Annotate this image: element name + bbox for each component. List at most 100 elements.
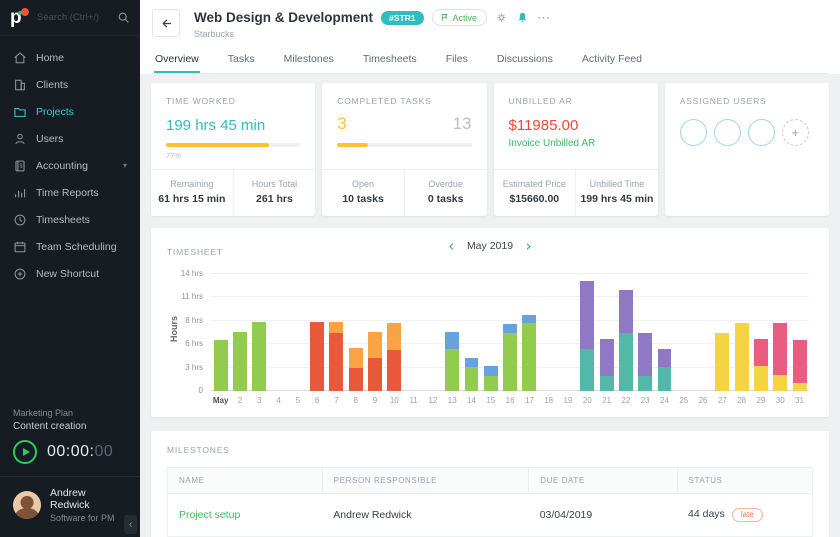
invoice-unbilled-link[interactable]: Invoice Unbilled AR (509, 138, 643, 149)
sidebar-item-home[interactable]: Home (0, 44, 140, 71)
period-label: May 2019 (467, 240, 513, 252)
milestone-person: Andrew Redwick (322, 494, 528, 537)
bar-day-30[interactable] (773, 323, 787, 391)
chart-column (520, 274, 539, 391)
sidebar-item-team-scheduling[interactable]: Team Scheduling (0, 233, 140, 260)
sidebar-item-clients[interactable]: Clients (0, 71, 140, 98)
completed-tasks-card: COMPLETED TASKS 3 13 Open 10 tasks Overd… (322, 83, 486, 216)
x-tick-label: 18 (539, 396, 558, 405)
bar-day-6[interactable] (310, 322, 324, 391)
milestone-name-link[interactable]: Project setup (179, 509, 240, 521)
page-title: Web Design & Development (194, 10, 373, 25)
bar-segment-green (522, 323, 536, 391)
timesheet-card: TIMESHEET May 2019 Hours 03 hrs6 hrs8 hr… (151, 228, 829, 417)
notifications-bell-icon[interactable] (516, 11, 529, 24)
chart-column (307, 274, 326, 391)
bar-segment-yellow (754, 366, 768, 391)
bar-day-23[interactable] (638, 333, 652, 391)
bar-segment-green (214, 340, 228, 391)
x-tick-label: 13 (443, 396, 462, 405)
logo-dot-green (18, 11, 22, 15)
bar-day-24[interactable] (658, 349, 672, 391)
time-worked-value: 199 hrs 45 min (166, 117, 300, 134)
bar-day-14[interactable] (465, 358, 479, 391)
bar-day-20[interactable] (580, 281, 594, 391)
chart-column (327, 274, 346, 391)
add-user-button[interactable]: + (782, 119, 809, 146)
bar-segment-red (387, 350, 401, 391)
assigned-user-avatar[interactable] (714, 119, 741, 146)
search-icon[interactable] (117, 11, 130, 24)
search-placeholder: Search (Ctrl+/) (37, 12, 110, 23)
bar-segment-orange (387, 323, 401, 350)
bar-day-22[interactable] (619, 290, 633, 391)
x-tick-label: 9 (365, 396, 384, 405)
column-header-person[interactable]: PERSON RESPONSIBLE (322, 468, 528, 494)
bar-day-15[interactable] (484, 366, 498, 391)
prev-month-icon[interactable] (447, 242, 456, 251)
projects-icon (13, 105, 27, 119)
sidebar-item-projects[interactable]: Projects (0, 98, 140, 125)
tab-activity-feed[interactable]: Activity Feed (581, 46, 643, 73)
bar-day-27[interactable] (715, 333, 729, 392)
sidebar-item-users[interactable]: Users (0, 125, 140, 152)
sidebar-item-time-reports[interactable]: Time Reports (0, 179, 140, 206)
assigned-user-avatar[interactable] (680, 119, 707, 146)
bar-day-2[interactable] (233, 332, 247, 391)
bar-day-17[interactable] (522, 315, 536, 391)
bar-day-8[interactable] (349, 348, 363, 391)
x-tick-label: 29 (751, 396, 770, 405)
client-name: Starbucks (194, 29, 550, 39)
column-header-status[interactable]: STATUS (677, 468, 812, 494)
next-month-icon[interactable] (524, 242, 533, 251)
sidebar-item-timesheets[interactable]: Timesheets (0, 206, 140, 233)
user-name: Andrew Redwick (50, 487, 127, 511)
tab-timesheets[interactable]: Timesheets (362, 46, 418, 73)
column-header-name[interactable]: NAME (168, 468, 323, 494)
chart-column (578, 274, 597, 391)
chart-column (423, 274, 442, 391)
current-user[interactable]: Andrew Redwick Software for PM ‹ (0, 476, 140, 537)
more-options-icon[interactable]: ⋯ (537, 10, 550, 26)
chart-column (616, 274, 635, 391)
bar-day-21[interactable] (600, 339, 614, 391)
back-button[interactable] (152, 9, 180, 37)
x-tick-label: 31 (790, 396, 809, 405)
settings-gear-icon[interactable] (495, 11, 508, 24)
bar-day-29[interactable] (754, 339, 768, 391)
tab-overview[interactable]: Overview (154, 46, 200, 73)
sidebar-item-accounting[interactable]: $ Accounting ▾ (0, 152, 140, 179)
assigned-user-avatar[interactable] (748, 119, 775, 146)
tab-discussions[interactable]: Discussions (496, 46, 554, 73)
bar-segment-teal (638, 376, 652, 391)
tasks-done-count: 3 (337, 114, 346, 134)
sidebar-search[interactable]: p Search (Ctrl+/) (0, 0, 140, 36)
column-header-due-date[interactable]: DUE DATE (529, 468, 677, 494)
status-badge: late (732, 508, 763, 522)
sidebar-collapse-button[interactable]: ‹ (124, 515, 137, 534)
bar-day-9[interactable] (368, 332, 382, 391)
tab-files[interactable]: Files (445, 46, 469, 73)
bar-day-7[interactable] (329, 322, 343, 391)
chart-column (636, 274, 655, 391)
x-tick-label: 6 (307, 396, 326, 405)
tab-milestones[interactable]: Milestones (283, 46, 335, 73)
bar-day-13[interactable] (445, 332, 459, 391)
project-status-button[interactable]: Active (432, 9, 488, 26)
x-tick-label: 14 (462, 396, 481, 405)
home-icon (13, 51, 27, 65)
clients-icon (13, 78, 27, 92)
timer-play-button[interactable] (13, 440, 37, 464)
chart-column (404, 274, 423, 391)
tab-tasks[interactable]: Tasks (227, 46, 256, 73)
bar-day-3[interactable] (252, 322, 266, 391)
app-logo[interactable]: p (10, 8, 30, 28)
bar-day-1[interactable] (214, 340, 228, 391)
card-title: UNBILLED AR (509, 96, 643, 106)
x-tick-label: 11 (404, 396, 423, 405)
sidebar-item-new-shortcut[interactable]: New Shortcut (0, 260, 140, 287)
bar-day-16[interactable] (503, 324, 517, 391)
bar-day-31[interactable] (793, 340, 807, 391)
bar-day-28[interactable] (735, 323, 749, 391)
bar-day-10[interactable] (387, 323, 401, 391)
